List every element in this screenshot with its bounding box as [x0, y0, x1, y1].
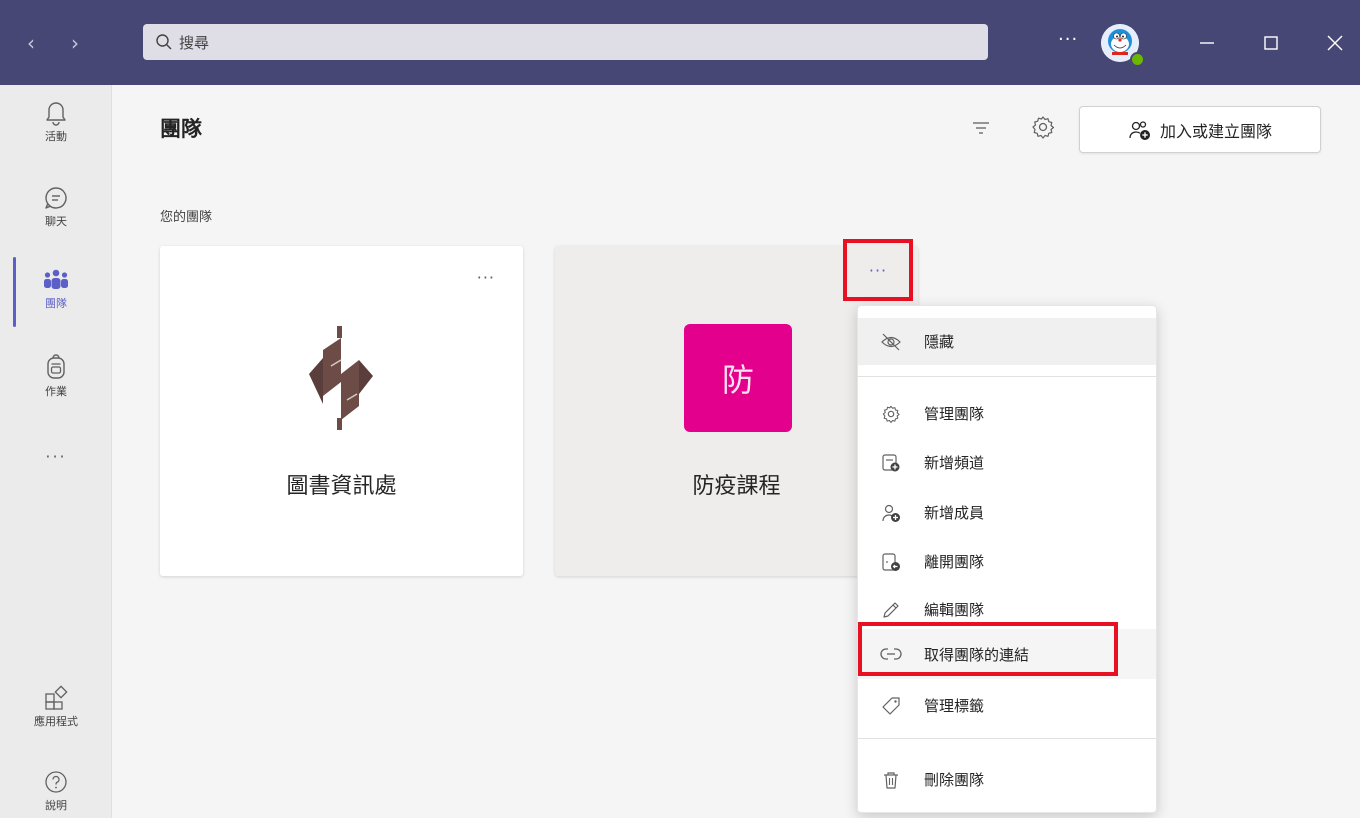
team-logo-icon	[309, 326, 373, 430]
team-name: 圖書資訊處	[286, 474, 397, 499]
chat-icon	[45, 187, 67, 209]
rail-item-label: 聊天	[45, 215, 67, 228]
filter-icon	[973, 122, 989, 134]
menu-separator	[858, 376, 1156, 377]
rail-item-teams[interactable]: 團隊	[0, 267, 112, 311]
minimize-button[interactable]	[1192, 28, 1222, 58]
settings-more-button[interactable]: ···	[1058, 22, 1078, 58]
menu-item-edit-team[interactable]: 編輯團隊	[858, 586, 1156, 633]
join-or-create-team-button[interactable]: 加入或建立團隊	[1079, 106, 1321, 153]
section-label-your-teams: 您的團隊	[160, 210, 213, 225]
menu-item-label: 新增成員	[924, 504, 985, 522]
search-input[interactable]: 搜尋	[179, 32, 209, 53]
menu-item-label: 管理標籤	[924, 697, 985, 715]
minimize-icon	[1200, 42, 1214, 44]
close-button[interactable]	[1320, 28, 1350, 58]
rail-item-label: 活動	[45, 130, 67, 143]
eye-off-icon	[881, 333, 901, 350]
menu-separator	[858, 738, 1156, 739]
menu-item-label: 離開團隊	[924, 553, 985, 571]
close-icon	[1327, 35, 1343, 51]
apps-icon	[45, 685, 68, 710]
history-nav: ‹ ›	[22, 26, 84, 60]
search-icon	[156, 34, 172, 50]
join-button-label: 加入或建立團隊	[1159, 121, 1272, 141]
gear-icon	[1032, 116, 1055, 139]
link-icon	[880, 648, 902, 660]
rail-item-help[interactable]: 說明	[0, 769, 112, 813]
teams-icon	[44, 269, 68, 289]
menu-item-add-channel[interactable]: 新增頻道	[858, 439, 1156, 486]
menu-item-label: 刪除團隊	[924, 771, 985, 789]
leave-team-icon	[882, 552, 900, 571]
rail-item-apps[interactable]: 應用程式	[0, 685, 112, 729]
gear-icon	[882, 405, 900, 423]
back-button[interactable]: ‹	[22, 26, 40, 60]
team-tile-initial: 防	[721, 361, 754, 399]
menu-item-delete-team[interactable]: 刪除團隊	[858, 756, 1156, 803]
menu-item-manage-tags[interactable]: 管理標籤	[858, 682, 1156, 729]
forward-button[interactable]: ›	[66, 26, 84, 60]
maximize-button[interactable]	[1256, 28, 1286, 58]
rail-item-activity[interactable]: 活動	[0, 100, 112, 144]
menu-item-label: 隱藏	[924, 333, 955, 351]
more-glyph: ···	[868, 260, 888, 280]
rail-item-label: 說明	[45, 799, 67, 812]
rail-item-assignments[interactable]: 作業	[0, 353, 112, 399]
menu-item-label: 新增頻道	[924, 454, 985, 472]
filter-button[interactable]	[970, 118, 992, 142]
menu-item-get-team-link[interactable]: 取得團隊的連結	[858, 629, 1156, 679]
menu-item-label: 編輯團隊	[924, 601, 985, 619]
help-icon	[45, 771, 67, 793]
rail-item-label: 應用程式	[34, 715, 78, 728]
backpack-icon	[47, 354, 65, 379]
page-title: 團隊	[160, 117, 202, 141]
manage-teams-settings-button[interactable]	[1030, 114, 1056, 144]
team-more-options-button[interactable]: ···	[477, 268, 495, 287]
add-people-icon	[1129, 120, 1150, 140]
menu-item-hide[interactable]: 隱藏	[858, 318, 1156, 365]
rail-item-chat[interactable]: 聊天	[0, 185, 112, 229]
add-member-icon	[882, 504, 900, 522]
search-box[interactable]: 搜尋	[143, 24, 988, 60]
app-rail: 活動 聊天 團隊 作業 ··· 應用程式 說明	[0, 85, 112, 818]
team-card[interactable]: ··· 圖書資訊處	[160, 246, 523, 576]
menu-item-label: 管理團隊	[924, 405, 985, 423]
menu-item-label: 取得團隊的連結	[924, 645, 1030, 664]
trash-icon	[884, 771, 898, 789]
presence-available-badge	[1130, 52, 1145, 67]
title-bar: ‹ › 搜尋 ···	[0, 0, 1360, 85]
tag-icon	[882, 696, 900, 715]
rail-item-label: 團隊	[45, 297, 67, 310]
menu-item-add-member[interactable]: 新增成員	[858, 489, 1156, 536]
more-apps-button[interactable]: ···	[0, 447, 112, 466]
add-channel-icon	[882, 453, 900, 471]
maximize-icon	[1264, 36, 1278, 50]
menu-item-leave-team[interactable]: 離開團隊	[858, 538, 1156, 585]
rail-item-label: 作業	[45, 385, 67, 398]
bell-icon	[46, 102, 66, 126]
pencil-icon	[883, 601, 899, 618]
team-context-menu: 隱藏 管理團隊 新增頻道 新增成員 離開團隊 編輯團隊 取得團隊的連結 管理標籤…	[857, 305, 1157, 813]
menu-item-manage-team[interactable]: 管理團隊	[858, 390, 1156, 437]
team-avatar-tile: 防	[684, 324, 792, 432]
team-more-options-button-highlighted[interactable]: ···	[843, 239, 913, 301]
